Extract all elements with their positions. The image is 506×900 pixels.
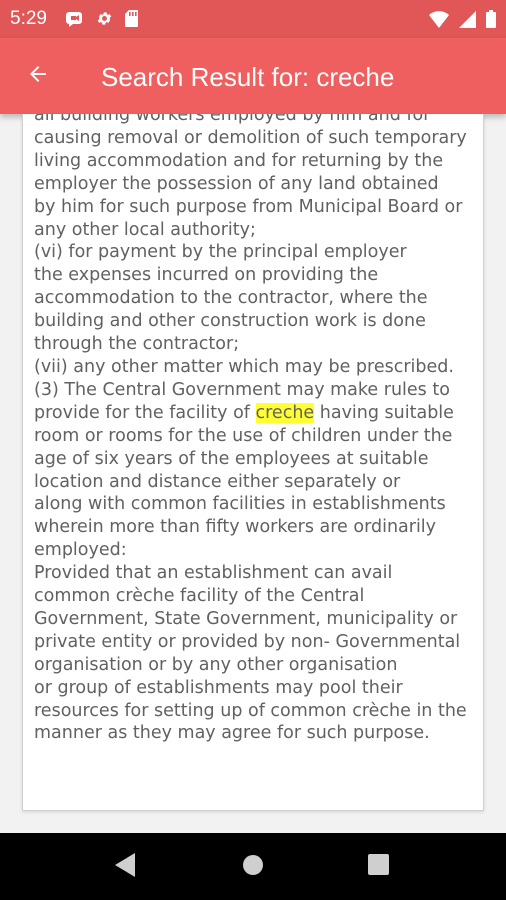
document-text-before: all building workers employed by him and… (34, 114, 467, 423)
status-icons-left (66, 10, 138, 32)
document-card[interactable]: all building workers employed by him and… (22, 114, 484, 811)
home-circle-icon (242, 854, 264, 881)
status-icons-right (429, 10, 496, 33)
back-triangle-icon (115, 852, 137, 882)
nav-back-button[interactable] (110, 851, 142, 883)
recents-square-icon (367, 854, 389, 880)
page-title: Search Result for: creche (101, 62, 395, 92)
battery-icon (486, 10, 496, 33)
navigation-bar (0, 833, 506, 900)
video-call-icon (66, 11, 84, 32)
arrow-back-icon (26, 62, 50, 91)
sd-card-icon (125, 10, 138, 32)
app-bar: Search Result for: creche (0, 38, 506, 114)
gear-icon (96, 10, 113, 32)
wifi-icon (429, 10, 449, 33)
nav-recents-button[interactable] (362, 851, 394, 883)
search-highlight: creche (255, 402, 315, 423)
status-time: 5:29 (10, 8, 47, 29)
document-text: all building workers employed by him and… (34, 114, 482, 745)
document-text-after: having suitable room or rooms for the us… (34, 402, 467, 744)
signal-icon (459, 10, 476, 33)
back-button[interactable] (20, 58, 56, 94)
nav-home-button[interactable] (237, 851, 269, 883)
status-bar: 5:29 (0, 0, 506, 38)
